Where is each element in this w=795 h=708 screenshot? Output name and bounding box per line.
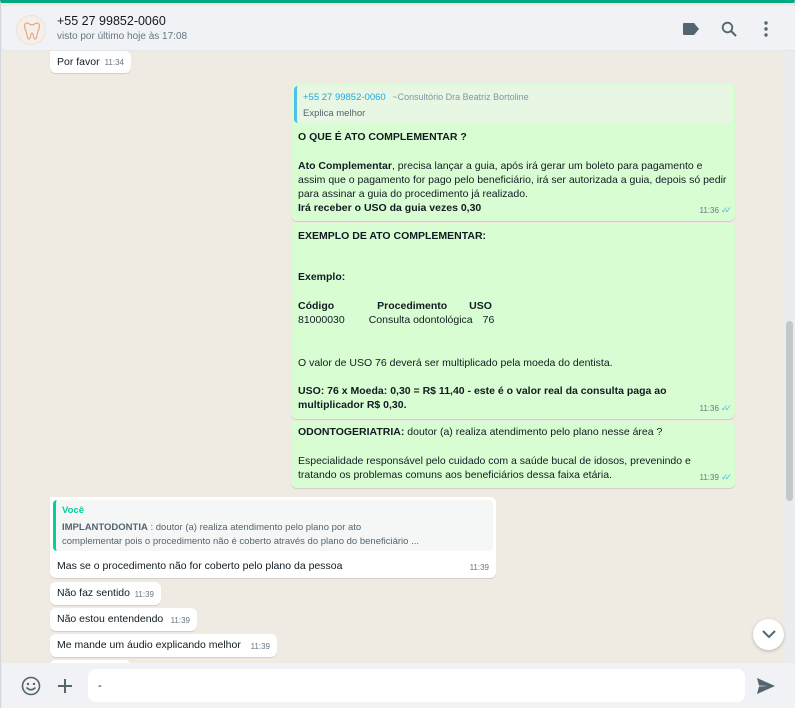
message-text: Especialidade responsável pelo cuidado c… <box>298 455 691 467</box>
scroll-to-bottom-button[interactable] <box>753 619 784 650</box>
quote-text: IMPLANTODONTIA : doutor (a) realiza aten… <box>62 522 419 547</box>
table-header: Código Procedimento USO <box>298 300 492 312</box>
message-time: 11:39 <box>134 590 154 599</box>
chat-scrollbar[interactable] <box>784 51 795 663</box>
message-composer <box>2 663 795 708</box>
quote-text: Explica melhor <box>303 108 366 119</box>
send-icon[interactable] <box>755 675 777 697</box>
message-outgoing[interactable]: ODONTOGERIATRIA: doutor (a) realiza aten… <box>291 421 735 488</box>
message-time: 11:36 ✓✓ <box>699 403 732 413</box>
message-time: 11:39 <box>250 642 270 651</box>
message-text: Me mande um áudio explicando melhor <box>57 639 241 651</box>
message-text: tratando os problemas comuns aos benefic… <box>298 469 613 481</box>
message-heading: ODONTOGERIATRIA: doutor (a) realiza aten… <box>298 426 663 438</box>
message-text: Não estou entendendo <box>57 613 164 625</box>
message-time: 11:39 <box>170 616 190 625</box>
message-incoming[interactable]: Não faz sentido 11:39 <box>50 582 161 605</box>
message-text: Exemplo: <box>298 271 346 283</box>
message-text: Irá receber o USO da guia vezes 0,30 <box>298 202 482 214</box>
quoted-message[interactable]: Você IMPLANTODONTIA : doutor (a) realiza… <box>53 500 493 551</box>
tooth-logo-icon <box>24 22 40 40</box>
read-ticks-icon: ✓✓ <box>720 403 732 413</box>
message-input[interactable] <box>88 669 745 702</box>
message-text: assim que o pagamento for pago pelo bene… <box>298 174 727 186</box>
message-text: Ato Complementar, precisa lançar a guia,… <box>298 160 703 172</box>
message-incoming[interactable]: Não estou entendendo 11:39 <box>50 608 197 631</box>
plus-icon[interactable] <box>54 675 76 697</box>
message-incoming[interactable]: Por favor 11:34 <box>50 51 131 73</box>
chevron-down-icon <box>761 630 776 639</box>
message-time: 11:34 <box>104 58 124 67</box>
message-text: USO: 76 x Moeda: 0,30 = R$ 11,40 - este … <box>298 385 667 397</box>
quoted-message[interactable]: +55 27 99852-0060 ~Consultório Dra Beatr… <box>294 86 732 123</box>
emoji-icon[interactable] <box>20 675 42 697</box>
tag-icon[interactable] <box>681 19 701 39</box>
quote-author: Você <box>62 505 85 516</box>
message-time: 11:39 <box>469 563 489 572</box>
message-incoming[interactable]: Me mande um áudio explicando melhor 11:3… <box>50 634 277 657</box>
message-incoming[interactable]: Você IMPLANTODONTIA : doutor (a) realiza… <box>50 497 496 578</box>
read-ticks-icon: ✓✓ <box>720 205 732 215</box>
contact-name[interactable]: +55 27 99852-0060 <box>57 14 166 28</box>
message-text: Mas se o procedimento não for coberto pe… <box>57 560 343 572</box>
table-row: 81000030 Consulta odontológica 76 <box>298 314 495 326</box>
avatar[interactable] <box>16 15 46 45</box>
message-time: 11:36 ✓✓ <box>699 205 732 215</box>
read-ticks-icon: ✓✓ <box>720 472 732 482</box>
message-text: Não faz sentido <box>57 587 130 599</box>
chat-header: +55 27 99852-0060 visto por último hoje … <box>2 6 795 51</box>
message-outgoing[interactable]: EXEMPLO DE ATO COMPLEMENTAR: Exemplo: Có… <box>291 223 735 419</box>
quote-author: +55 27 99852-0060 <box>303 92 386 103</box>
message-time: 11:39 ✓✓ <box>699 472 732 482</box>
message-text: O valor de USO 76 deverá ser multiplicad… <box>298 357 613 369</box>
message-text: para assinar a guia do procedimento já r… <box>298 188 528 200</box>
more-vertical-icon[interactable] <box>756 19 776 39</box>
scrollbar-thumb[interactable] <box>786 321 793 501</box>
message-outgoing[interactable]: +55 27 99852-0060 ~Consultório Dra Beatr… <box>291 83 735 221</box>
quote-group-name: ~Consultório Dra Beatriz Bortoline <box>392 92 529 102</box>
search-icon[interactable] <box>719 19 739 39</box>
message-heading: EXEMPLO DE ATO COMPLEMENTAR: <box>298 230 487 242</box>
message-text: multiplicador R$ 0,30. <box>298 399 407 411</box>
app-window: +55 27 99852-0060 visto por último hoje … <box>0 0 795 708</box>
contact-last-seen: visto por último hoje às 17:08 <box>57 31 188 42</box>
message-list[interactable]: Por favor 11:34 +55 27 99852-0060 ~Consu… <box>2 51 784 663</box>
message-heading: O QUE É ATO COMPLEMENTAR ? <box>298 131 467 143</box>
message-text: Por favor <box>57 56 100 68</box>
